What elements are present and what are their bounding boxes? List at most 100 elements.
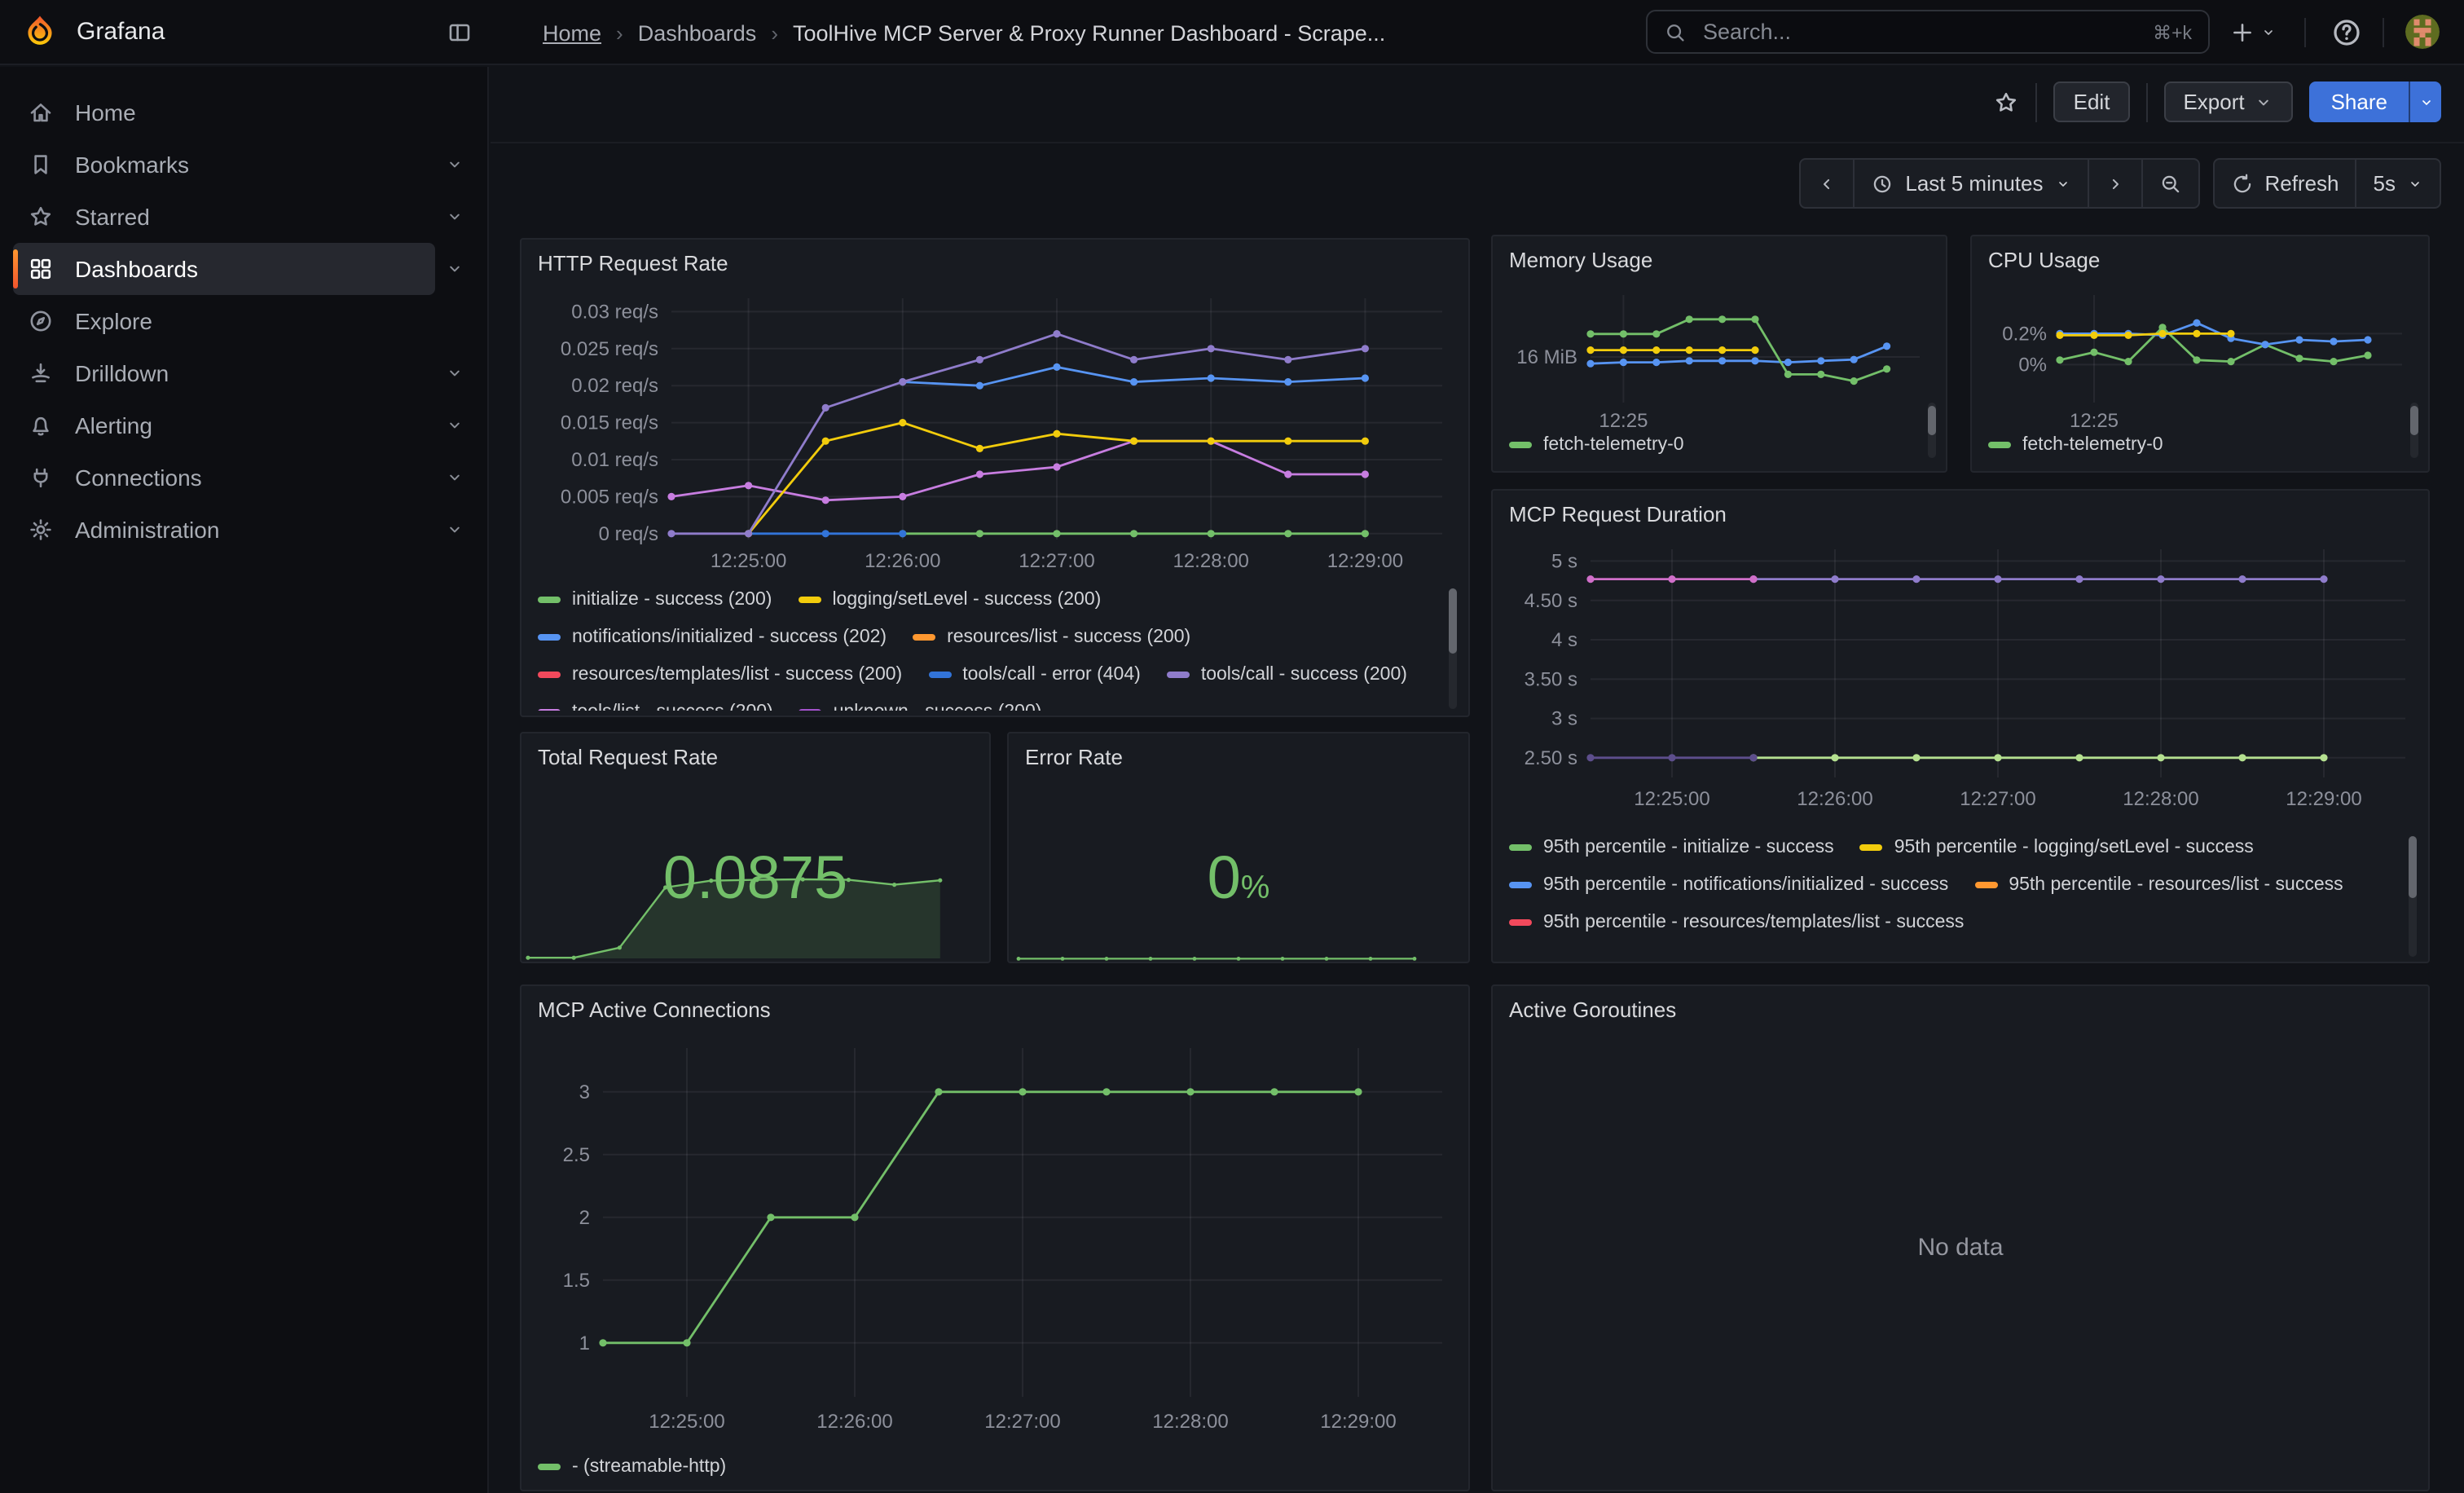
legend-label: logging/setLevel - success (200) [832,589,1101,609]
svg-text:12:28:00: 12:28:00 [2123,788,2198,810]
legend-item[interactable]: 95th percentile - logging/setLevel - suc… [1860,833,2254,861]
legend-swatch [928,671,951,677]
time-forward-button[interactable] [2087,160,2141,207]
add-button[interactable] [2229,20,2277,46]
breadcrumb: Home › Dashboards › ToolHive MCP Server & Pr… [543,0,1385,65]
favorite-star-icon[interactable] [1994,89,2020,115]
sidebar-item-home[interactable]: Home [13,86,435,139]
search-box[interactable]: ⌘+k [1646,10,2210,54]
legend-label: unknown - success (200) [834,702,1042,711]
legend-scrollbar[interactable] [2409,836,2417,957]
search-input[interactable] [1700,18,2140,46]
refresh-interval-picker[interactable]: 5s [2356,160,2440,207]
chevron-down-icon [445,259,464,279]
avatar[interactable] [2405,15,2440,49]
legend-label: tools/list - success (200) [572,702,773,711]
sidebar-item-drilldown[interactable]: Drilldown [13,347,435,399]
time-range-group: Last 5 minutes [1799,158,2199,209]
divider [2383,18,2384,47]
chevron-down-icon[interactable] [435,207,474,227]
sidebar-nav: HomeBookmarksStarred Dashboards ExploreDri… [0,86,487,556]
legend-scrollbar[interactable] [1449,588,1457,709]
legend-swatch [798,596,821,602]
legend-item[interactable]: notifications/initialized - success (202… [538,623,887,650]
svg-text:3.50 s: 3.50 s [1525,668,1577,690]
legend-scrollbar[interactable] [1928,403,1936,458]
legend-item[interactable]: fetch-telemetry-0 [1509,430,1684,458]
panel-title[interactable]: CPU Usage [1988,248,2100,272]
panel-title[interactable]: Total Request Rate [538,745,718,769]
panel-title[interactable]: MCP Active Connections [538,998,771,1022]
legend-item[interactable]: tools/list - success (200) [538,698,773,711]
legend-item[interactable]: resources/templates/list - success (200) [538,660,902,688]
breadcrumb-item[interactable]: Home [543,20,601,45]
legend-item[interactable]: resources/list - success (200) [913,623,1190,650]
legend-item[interactable]: logging/setLevel - success (200) [798,585,1101,613]
legend-item[interactable]: 95th percentile - notifications/initiali… [1509,870,1948,898]
legend-scrollbar[interactable] [2410,403,2418,458]
legend-item[interactable]: unknown - success (200) [799,698,1042,711]
legend-item[interactable]: 95th percentile - initialize - success [1509,833,1834,861]
legend-item[interactable]: 95th percentile - resources/list - succe… [1974,870,2343,898]
panel-title[interactable]: Active Goroutines [1509,998,1676,1022]
svg-text:12:25: 12:25 [1599,410,1648,432]
legend-swatch [538,708,561,711]
legend-label: tools/call - success (200) [1201,664,1407,684]
svg-text:0.02 req/s: 0.02 req/s [571,375,658,397]
sidebar-item-administration[interactable]: Administration [13,504,435,556]
svg-text:0.2%: 0.2% [2002,323,2047,345]
share-menu-button[interactable] [2409,81,2441,122]
bell-icon [28,412,54,438]
breadcrumb-item[interactable]: Dashboards [638,20,757,45]
legend-swatch [1988,441,2011,447]
zoom-out-button[interactable] [2141,160,2198,207]
sidebar-item-explore[interactable]: Explore [13,295,435,347]
chevron-down-icon[interactable] [435,363,474,383]
legend-item[interactable]: - (streamable-http) [538,1452,726,1480]
sidebar-toggle-icon[interactable] [447,20,473,46]
panel-title[interactable]: Error Rate [1025,745,1123,769]
chevron-down-icon[interactable] [435,416,474,435]
sidebar-item-alerting[interactable]: Alerting [13,399,435,451]
legend-item[interactable]: 95th percentile - resources/templates/li… [1509,908,1964,936]
legend-item[interactable]: tools/call - error (404) [928,660,1141,688]
help-button[interactable] [2330,16,2363,49]
legend-item[interactable]: fetch-telemetry-0 [1988,430,2163,458]
chevron-down-icon[interactable] [435,520,474,540]
legend-label: notifications/initialized - success (202… [572,627,887,646]
panel-active-goroutines: Active Goroutines No data [1491,984,2430,1491]
legend-item[interactable]: initialize - success (200) [538,585,772,613]
chevron-down-icon [445,363,464,383]
drilldown-icon [28,360,54,386]
sidebar-item-label: Dashboards [75,256,198,282]
legend-label: 95th percentile - notifications/initiali… [1543,874,1948,894]
sidebar-item-dashboards[interactable]: Dashboards [13,243,435,295]
sidebar-row: Starred [13,191,474,243]
panel-title[interactable]: MCP Request Duration [1509,502,1727,526]
breadcrumb-item[interactable]: ToolHive MCP Server & Proxy Runner Dashb… [793,20,1385,45]
refresh-button[interactable]: Refresh [2214,160,2355,207]
sidebar-item-bookmarks[interactable]: Bookmarks [13,139,435,191]
svg-text:5 s: 5 s [1551,550,1577,572]
edit-button[interactable]: Edit [2054,81,2130,122]
panel-title[interactable]: HTTP Request Rate [538,251,728,275]
chevron-down-icon[interactable] [435,259,474,279]
share-button[interactable]: Share [2310,81,2409,122]
cpu-usage-chart: 0.2%0%12:25 [1982,279,2418,438]
breadcrumb-separator: › [616,20,623,45]
sidebar-item-connections[interactable]: Connections [13,451,435,504]
time-back-button[interactable] [1801,160,1853,207]
export-button[interactable]: Export [2163,81,2293,122]
grafana-logo-icon[interactable] [21,13,59,51]
legend-label: resources/templates/list - success (200) [572,664,902,684]
breadcrumb-separator: › [771,20,778,45]
chevron-down-icon[interactable] [435,468,474,487]
sidebar-item-starred[interactable]: Starred [13,191,435,243]
share-label: Share [2331,90,2387,114]
total-request-rate-value: 0.0875 [663,844,847,911]
time-range-picker[interactable]: Last 5 minutes [1853,160,2087,207]
panel-title[interactable]: Memory Usage [1509,248,1652,272]
chevron-down-icon[interactable] [435,155,474,174]
svg-text:12:26:00: 12:26:00 [1797,788,1872,810]
legend-item[interactable]: tools/call - success (200) [1167,660,1407,688]
